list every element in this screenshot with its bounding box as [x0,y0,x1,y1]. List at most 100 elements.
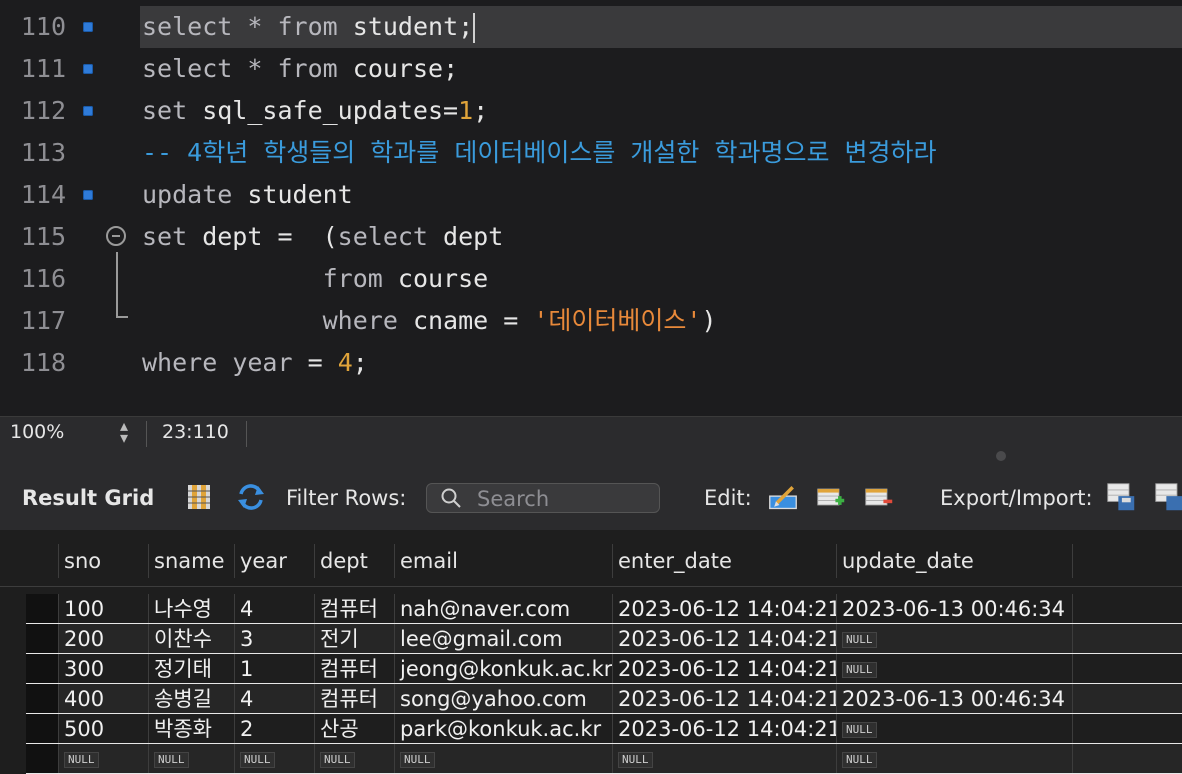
row-selector[interactable] [26,624,58,653]
table-cell[interactable]: lee@gmail.com [394,624,612,653]
code-text: set sql_safe_updates=1; [140,90,1182,132]
table-row[interactable]: 300 정기태 1 컴퓨터 jeong@konkuk.ac.kr 2023-06-12 1… [26,654,1182,684]
sql-editor[interactable]: 110 select * from student; 111 select * fro… [0,0,1182,416]
statement-marker-icon[interactable] [83,64,93,74]
grid-columns-icon[interactable] [184,482,214,512]
column-header-dept[interactable]: dept [314,544,394,578]
table-cell[interactable]: 100 [58,594,148,623]
editor-line[interactable]: 117 where cname = '데이터베이스') [0,300,1182,342]
code-token: select [337,222,428,251]
table-cell[interactable]: 4 [234,594,314,623]
table-cell[interactable]: 300 [58,654,148,683]
table-row[interactable]: 200 이찬수 3 전기 lee@gmail.com 2023-06-12 14:04:2… [26,624,1182,654]
row-selector[interactable] [26,684,58,713]
table-cell[interactable]: 박종화 [148,714,234,743]
fold-toggle-icon[interactable] [106,226,126,246]
table-row[interactable]: 400 송병길 4 컴퓨터 song@yahoo.com 2023-06-12 14:04… [26,684,1182,714]
editor-line[interactable]: 116 from course [0,258,1182,300]
search-icon [441,488,461,508]
table-cell[interactable]: NULL [394,744,612,773]
zoom-level[interactable]: 100% [10,421,64,443]
table-cell[interactable]: 2023-06-12 14:04:21 [612,654,836,683]
table-row[interactable]: NULL NULL NULL NULL NULL NULL NULL [26,744,1182,774]
code-token: = [292,348,338,377]
table-cell[interactable]: song@yahoo.com [394,684,612,713]
table-cell[interactable]: NULL [836,654,1072,683]
table-cell[interactable]: 200 [58,624,148,653]
table-cell[interactable]: 송병길 [148,684,234,713]
column-header-enter-date[interactable]: enter_date [612,544,836,578]
table-cell[interactable]: 나수영 [148,594,234,623]
editor-line[interactable]: 112 set sql_safe_updates=1; [0,90,1182,132]
insert-row-icon[interactable] [816,482,846,512]
table-cell[interactable]: 2023-06-13 00:46:34 [836,594,1072,623]
statement-marker-icon[interactable] [83,106,93,116]
table-cell[interactable]: NULL [148,744,234,773]
line-number: 117 [20,306,66,335]
table-cell[interactable]: 이찬수 [148,624,234,653]
table-row[interactable]: 100 나수영 4 컴퓨터 nah@naver.com 2023-06-12 14:04:… [26,594,1182,624]
table-cell[interactable]: 컴퓨터 [314,684,394,713]
editor-line[interactable]: 111 select * from course; [0,48,1182,90]
table-cell[interactable]: 4 [234,684,314,713]
table-cell[interactable]: nah@naver.com [394,594,612,623]
filter-search-box[interactable] [426,483,660,513]
table-cell[interactable]: 1 [234,654,314,683]
import-icon[interactable] [1154,482,1182,512]
column-header-update-date[interactable]: update_date [836,544,1072,578]
table-cell[interactable]: 500 [58,714,148,743]
table-cell[interactable]: 2023-06-12 14:04:21 [612,714,836,743]
statement-marker-icon[interactable] [83,22,93,32]
table-cell[interactable]: 2 [234,714,314,743]
column-header-sno[interactable]: sno [58,544,148,578]
table-cell[interactable]: 2023-06-12 14:04:21 [612,624,836,653]
editor-line[interactable]: 114 update student [0,174,1182,216]
table-cell[interactable]: 정기태 [148,654,234,683]
table-cell[interactable]: 2023-06-13 00:46:34 [836,684,1072,713]
table-cell[interactable]: NULL [836,624,1072,653]
table-cell[interactable]: 2023-06-12 14:04:21 [612,594,836,623]
delete-row-icon[interactable] [864,482,894,512]
table-cell[interactable]: 컴퓨터 [314,654,394,683]
result-grid-label[interactable]: Result Grid [22,486,154,510]
table-cell[interactable]: 3 [234,624,314,653]
table-cell[interactable]: NULL [836,714,1072,743]
code-token: 1 [458,96,474,125]
table-cell[interactable]: 400 [58,684,148,713]
table-cell[interactable]: 컴퓨터 [314,594,394,623]
refresh-icon[interactable] [236,482,266,512]
table-cell[interactable]: NULL [314,744,394,773]
table-cell[interactable]: 산공 [314,714,394,743]
statement-marker-icon[interactable] [83,190,93,200]
code-token: year [232,348,293,377]
table-cell[interactable]: NULL [58,744,148,773]
column-header-year[interactable]: year [234,544,314,578]
editor-line[interactable]: 118 where year = 4; [0,342,1182,384]
edit-row-icon[interactable] [768,482,798,512]
row-selector[interactable] [26,594,58,623]
editor-line[interactable]: 110 select * from student; [0,6,1182,48]
zoom-stepper-icon[interactable]: ▴ ▾ [120,418,128,446]
table-cell[interactable]: 전기 [314,624,394,653]
export-icon[interactable] [1106,482,1136,512]
resize-handle[interactable] [996,451,1006,461]
table-cell[interactable]: NULL [234,744,314,773]
column-header-email[interactable]: email [394,544,612,578]
line-number: 110 [20,12,66,41]
table-cell[interactable]: jeong@konkuk.ac.kr [394,654,612,683]
row-selector[interactable] [26,654,58,683]
result-grid[interactable]: sno sname year dept email enter_date update_da… [0,530,1182,774]
table-row[interactable]: 500 박종화 2 산공 park@konkuk.ac.kr 2023-06-12 14:… [26,714,1182,744]
table-cell[interactable]: NULL [836,744,1072,773]
row-selector[interactable] [26,714,58,743]
column-header-sname[interactable]: sname [148,544,234,578]
editor-line[interactable]: 113 -- 4학년 학생들의 학과를 데이터베이스를 개설한 학과명으로 변경하… [0,132,1182,174]
code-text: update student [140,174,1182,216]
row-selector[interactable] [26,744,58,773]
search-input[interactable] [475,486,655,512]
table-cell[interactable]: 2023-06-12 14:04:21 [612,684,836,713]
table-cell[interactable]: park@konkuk.ac.kr [394,714,612,743]
table-cell[interactable]: NULL [612,744,836,773]
editor-line[interactable]: 115 set dept = (select dept [0,216,1182,258]
